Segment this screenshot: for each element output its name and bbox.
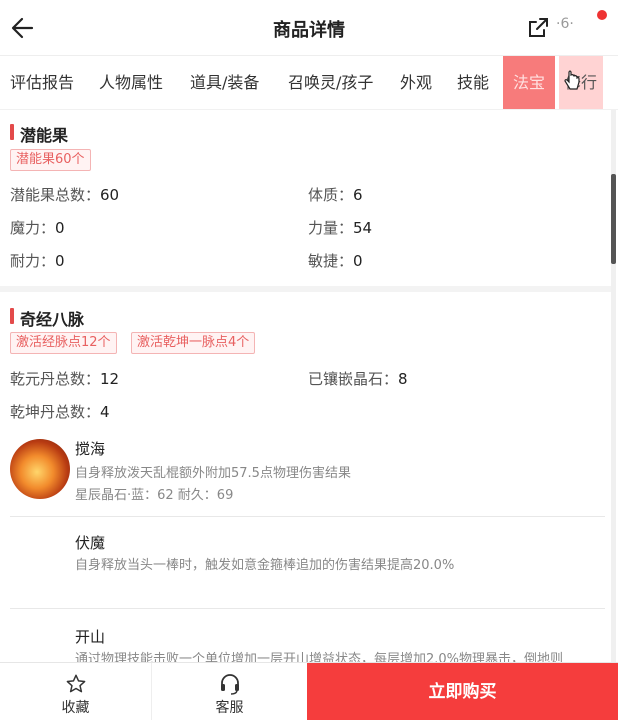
notification-dot [597, 10, 607, 20]
skill-name: 开山 [75, 628, 106, 646]
stat-label: 敏捷： [308, 252, 354, 270]
stat-strength: 力量：54 [308, 217, 372, 238]
section-marker [10, 308, 14, 324]
section-title: 奇经八脉 [20, 310, 85, 329]
meridian-tag: 激活乾坤一脉点4个 [131, 332, 256, 354]
stat-value: 8 [398, 370, 408, 388]
headset-icon [220, 674, 239, 695]
meridian-tag: 激活经脉点12个 [10, 332, 117, 354]
potential-tag: 潜能果60个 [10, 149, 91, 171]
tab-report[interactable]: 评估报告 [10, 56, 74, 109]
tab-character[interactable]: 人物属性 [99, 56, 163, 109]
skill-meta: 星辰晶石·蓝：62 耐久：69 [75, 488, 234, 503]
tab-treasure[interactable]: 法宝 [503, 56, 556, 109]
meridian-skill-item[interactable]: 开山 通过物理技能击败一个单位增加一层开山增益状态，每层增加2.0%物理暴击，倒… [0, 622, 612, 667]
stat-agility: 敏捷：0 [308, 250, 363, 271]
stat-value: 0 [353, 252, 363, 270]
section-title: 潜能果 [20, 126, 69, 145]
favorite-button[interactable]: 收藏 [0, 663, 152, 720]
share-icon[interactable] [526, 16, 550, 40]
skill-description: 自身释放泼天乱棍额外附加57.5点物理伤害结果 [75, 466, 351, 481]
stat-constitution: 体质：6 [308, 184, 363, 205]
tab-skills[interactable]: 技能 [457, 56, 489, 109]
stat-qianyuan-total: 乾元丹总数：12 [10, 368, 119, 389]
meridian-skill-item[interactable]: 伏魔 自身释放当头一棒时，触发如意金箍棒追加的伤害结果提高20.0% [0, 528, 612, 610]
star-icon [66, 674, 85, 693]
stat-value: 60 [100, 186, 120, 204]
customer-service-button[interactable]: 客服 [152, 663, 307, 720]
tab-appearance[interactable]: 外观 [400, 56, 432, 109]
tab-items[interactable]: 道具/装备 [190, 56, 259, 109]
bottom-action-bar: 收藏 客服 立即购买 [0, 662, 618, 720]
tab-bar: 评估报告 人物属性 道具/装备 召唤灵/孩子 外观 技能 法宝 修行 [0, 56, 618, 110]
meridian-skill-item[interactable]: 搅海 自身释放泼天乱棍额外附加57.5点物理伤害结果 星辰晶石·蓝：62 耐久：… [0, 436, 612, 518]
stat-value: 0 [55, 219, 65, 237]
tab-summons[interactable]: 召唤灵/孩子 [288, 56, 373, 109]
stat-value: 0 [55, 252, 65, 270]
stat-potential-total: 潜能果总数：60 [10, 184, 119, 205]
service-label: 客服 [215, 700, 244, 716]
potential-section: 潜能果 潜能果60个 潜能果总数：60 体质：6 魔力：0 力量：54 耐力：0… [0, 110, 612, 286]
stat-label: 乾元丹总数： [10, 370, 101, 388]
meridians-section: 奇经八脉 激活经脉点12个 激活乾坤一脉点4个 乾元丹总数：12 已镶嵌晶石：8… [0, 292, 612, 667]
item-divider [10, 516, 605, 517]
stat-value: 6 [353, 186, 363, 204]
stat-magic: 魔力：0 [10, 217, 65, 238]
stat-value: 12 [100, 370, 120, 388]
more-menu-button[interactable]: ·6· [556, 16, 606, 40]
top-bar: 商品详情 ·6· [0, 0, 618, 56]
skill-description: 自身释放当头一棒时，触发如意金箍棒追加的伤害结果提高20.0% [75, 558, 455, 573]
stat-label: 体质： [308, 186, 354, 204]
skill-name: 伏魔 [75, 534, 106, 552]
stat-label: 乾坤丹总数： [10, 403, 101, 421]
stat-label: 潜能果总数： [10, 186, 101, 204]
stat-label: 力量： [308, 219, 354, 237]
favorite-label: 收藏 [61, 700, 90, 716]
scrollbar-thumb[interactable] [611, 174, 616, 264]
hand-cursor-icon [563, 70, 581, 92]
skill-name: 搅海 [75, 440, 106, 458]
stat-value: 54 [353, 219, 373, 237]
stat-qiankun-total: 乾坤丹总数：4 [10, 401, 110, 422]
stat-endurance: 耐力：0 [10, 250, 65, 271]
section-marker [10, 124, 14, 140]
stat-value: 4 [100, 403, 110, 421]
stat-label: 耐力： [10, 252, 56, 270]
item-divider [10, 608, 605, 609]
stat-label: 已镶嵌晶石： [308, 370, 399, 388]
buy-now-button[interactable]: 立即购买 [307, 663, 618, 720]
stat-label: 魔力： [10, 219, 56, 237]
skill-orb-icon [10, 439, 70, 499]
stat-inlaid-crystals: 已镶嵌晶石：8 [308, 368, 408, 389]
